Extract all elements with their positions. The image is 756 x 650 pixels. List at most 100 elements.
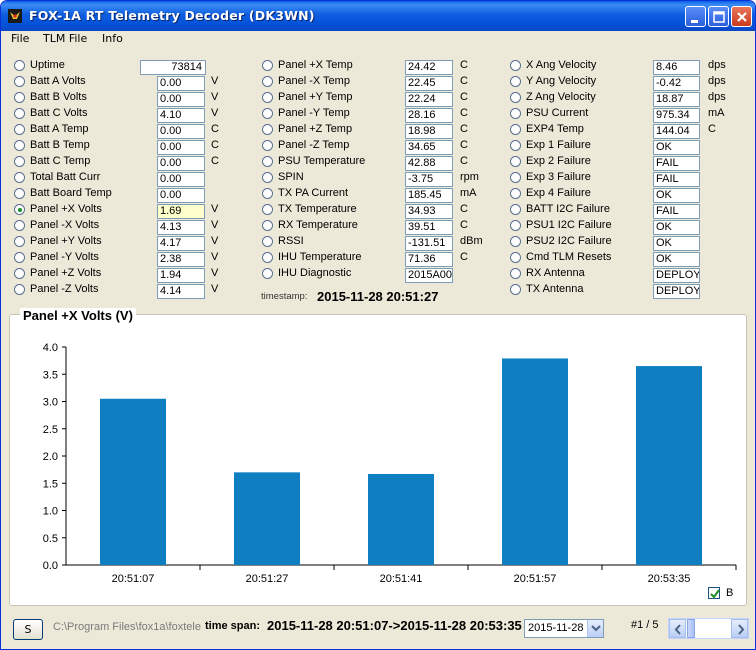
radio-ihu-diagnostic[interactable] bbox=[262, 268, 273, 279]
field-tx-temperature[interactable]: 34.93 bbox=[405, 204, 453, 219]
radio-psu-current[interactable] bbox=[510, 108, 521, 119]
field-z-ang-velocity[interactable]: 18.87 bbox=[653, 92, 700, 107]
menu-info[interactable]: Info bbox=[102, 32, 123, 45]
radio-panel-x-temp[interactable] bbox=[262, 60, 273, 71]
date-dropdown-button[interactable] bbox=[587, 620, 603, 637]
radio-ihu-temperature[interactable] bbox=[262, 252, 273, 263]
field-ihu-diagnostic[interactable]: 2015A00 bbox=[405, 268, 453, 283]
field-batt-board-temp[interactable]: 0.00 bbox=[157, 188, 205, 203]
radio-panel-y-volts[interactable] bbox=[14, 252, 25, 263]
radio-rssi[interactable] bbox=[262, 236, 273, 247]
radio-uptime[interactable] bbox=[14, 60, 25, 71]
title-bar[interactable]: FOX-1A RT Telemetry Decoder (DK3WN) bbox=[1, 1, 755, 31]
date-select[interactable]: 2015-11-28 bbox=[524, 619, 604, 638]
radio-batt-a-temp[interactable] bbox=[14, 124, 25, 135]
field-x-ang-velocity[interactable]: 8.46 bbox=[653, 60, 700, 75]
field-batt-b-temp[interactable]: 0.00 bbox=[157, 140, 205, 155]
radio-panel-x-volts[interactable] bbox=[14, 220, 25, 231]
radio-exp-1-failure[interactable] bbox=[510, 140, 521, 151]
radio-panel-z-volts[interactable] bbox=[14, 284, 25, 295]
radio-tx-pa-current[interactable] bbox=[262, 188, 273, 199]
radio-batt-b-temp[interactable] bbox=[14, 140, 25, 151]
field-ihu-temperature[interactable]: 71.36 bbox=[405, 252, 453, 267]
b-checkbox[interactable] bbox=[708, 587, 720, 599]
field-batt-b-volts[interactable]: 0.00 bbox=[157, 92, 205, 107]
field-cmd-tlm-resets[interactable]: OK bbox=[653, 252, 700, 267]
radio-panel-y-temp[interactable] bbox=[262, 108, 273, 119]
field-panel-z-volts[interactable]: 1.94 bbox=[157, 268, 205, 283]
radio-panel-y-temp[interactable] bbox=[262, 92, 273, 103]
field-panel-x-temp[interactable]: 22.45 bbox=[405, 76, 453, 91]
radio-batt-c-volts[interactable] bbox=[14, 108, 25, 119]
radio-batt-i2c-failure[interactable] bbox=[510, 204, 521, 215]
field-batt-c-volts[interactable]: 4.10 bbox=[157, 108, 205, 123]
field-panel-x-volts[interactable]: 4.13 bbox=[157, 220, 205, 235]
radio-psu-temperature[interactable] bbox=[262, 156, 273, 167]
radio-y-ang-velocity[interactable] bbox=[510, 76, 521, 87]
field-exp4-temp[interactable]: 144.04 bbox=[653, 124, 700, 139]
radio-psu2-i2c-failure[interactable] bbox=[510, 236, 521, 247]
field-uptime[interactable]: 73814 bbox=[140, 60, 206, 75]
menu-file[interactable]: File bbox=[11, 32, 29, 45]
radio-panel-z-volts[interactable] bbox=[14, 268, 25, 279]
close-button[interactable] bbox=[731, 6, 752, 27]
field-psu-temperature[interactable]: 42.88 bbox=[405, 156, 453, 171]
field-panel-y-volts[interactable]: 2.38 bbox=[157, 252, 205, 267]
field-batt-i2c-failure[interactable]: FAIL bbox=[653, 204, 700, 219]
field-spin[interactable]: -3.75 bbox=[405, 172, 453, 187]
radio-exp-3-failure[interactable] bbox=[510, 172, 521, 183]
field-tx-pa-current[interactable]: 185.45 bbox=[405, 188, 453, 203]
field-batt-a-volts[interactable]: 0.00 bbox=[157, 76, 205, 91]
field-exp-4-failure[interactable]: OK bbox=[653, 188, 700, 203]
scroll-right-button[interactable] bbox=[731, 619, 748, 638]
radio-x-ang-velocity[interactable] bbox=[510, 60, 521, 71]
radio-exp-4-failure[interactable] bbox=[510, 188, 521, 199]
s-button[interactable]: S bbox=[13, 619, 43, 640]
field-panel-z-temp[interactable]: 18.98 bbox=[405, 124, 453, 139]
field-total-batt-curr[interactable]: 0.00 bbox=[157, 172, 205, 187]
field-panel-x-temp[interactable]: 24.42 bbox=[405, 60, 453, 75]
radio-psu1-i2c-failure[interactable] bbox=[510, 220, 521, 231]
radio-exp-2-failure[interactable] bbox=[510, 156, 521, 167]
radio-batt-b-volts[interactable] bbox=[14, 92, 25, 103]
field-psu1-i2c-failure[interactable]: OK bbox=[653, 220, 700, 235]
field-batt-c-temp[interactable]: 0.00 bbox=[157, 156, 205, 171]
radio-panel-x-volts[interactable] bbox=[14, 204, 25, 215]
radio-z-ang-velocity[interactable] bbox=[510, 92, 521, 103]
radio-tx-antenna[interactable] bbox=[510, 284, 521, 295]
radio-batt-board-temp[interactable] bbox=[14, 188, 25, 199]
radio-total-batt-curr[interactable] bbox=[14, 172, 25, 183]
radio-spin[interactable] bbox=[262, 172, 273, 183]
radio-panel-y-volts[interactable] bbox=[14, 236, 25, 247]
radio-rx-antenna[interactable] bbox=[510, 268, 521, 279]
scroll-left-button[interactable] bbox=[669, 619, 686, 638]
radio-batt-c-temp[interactable] bbox=[14, 156, 25, 167]
field-exp-1-failure[interactable]: OK bbox=[653, 140, 700, 155]
radio-tx-temperature[interactable] bbox=[262, 204, 273, 215]
radio-exp4-temp[interactable] bbox=[510, 124, 521, 135]
minimize-button[interactable] bbox=[685, 6, 706, 27]
radio-panel-x-temp[interactable] bbox=[262, 76, 273, 87]
radio-batt-a-volts[interactable] bbox=[14, 76, 25, 87]
radio-rx-temperature[interactable] bbox=[262, 220, 273, 231]
field-panel-z-volts[interactable]: 4.14 bbox=[157, 284, 205, 299]
field-panel-y-volts[interactable]: 4.17 bbox=[157, 236, 205, 251]
radio-cmd-tlm-resets[interactable] bbox=[510, 252, 521, 263]
radio-panel-z-temp[interactable] bbox=[262, 124, 273, 135]
field-panel-z-temp[interactable]: 34.65 bbox=[405, 140, 453, 155]
radio-panel-z-temp[interactable] bbox=[262, 140, 273, 151]
menu-tlm-file[interactable]: TLM File bbox=[43, 32, 87, 45]
field-rx-antenna[interactable]: DEPLOY bbox=[653, 268, 700, 283]
field-exp-3-failure[interactable]: FAIL bbox=[653, 172, 700, 187]
field-rx-temperature[interactable]: 39.51 bbox=[405, 220, 453, 235]
field-panel-x-volts[interactable]: 1.69 bbox=[157, 204, 205, 219]
field-tx-antenna[interactable]: DEPLOY bbox=[653, 284, 700, 299]
maximize-button[interactable] bbox=[708, 6, 729, 27]
field-panel-y-temp[interactable]: 28.16 bbox=[405, 108, 453, 123]
field-y-ang-velocity[interactable]: -0.42 bbox=[653, 76, 700, 91]
record-scrollbar[interactable] bbox=[668, 618, 749, 639]
field-batt-a-temp[interactable]: 0.00 bbox=[157, 124, 205, 139]
scroll-thumb[interactable] bbox=[687, 619, 695, 638]
field-exp-2-failure[interactable]: FAIL bbox=[653, 156, 700, 171]
field-panel-y-temp[interactable]: 22.24 bbox=[405, 92, 453, 107]
